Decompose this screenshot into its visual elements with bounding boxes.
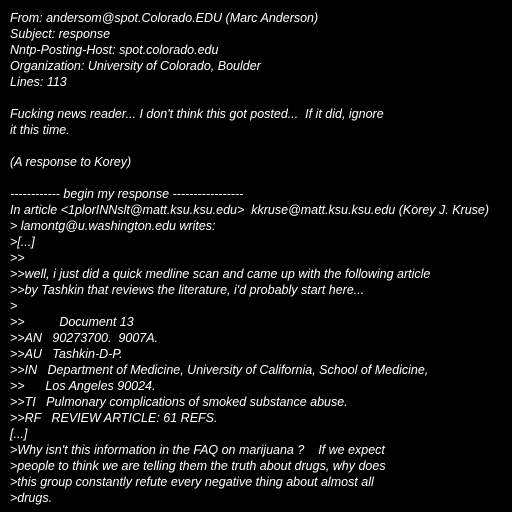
quote-line: >>IN Department of Medicine, University … [10,363,429,377]
article-reference-line: In article <1plorINNslt@matt.ksu.ksu.edu… [10,203,490,217]
quote-line: >>TI Pulmonary complications of smoked s… [10,395,348,409]
writes-line: > lamontg@u.washington.edu writes: [10,219,216,233]
subject-header: Subject: response [10,27,111,41]
intro-line-clip: Fucking news reader... I don't think thi… [10,107,408,121]
quote-line: >[...] [10,235,35,249]
news-post: From: andersom@spot.Colorado.EDU (Marc A… [0,0,512,512]
intro-line-3: (A response to Korey) [10,155,132,169]
nntp-host-header: Nntp-Posting-Host: spot.colorado.edu [10,43,219,57]
quote-line: >>AN 90273700. 9007A. [10,331,159,345]
begin-response-line: ------------ begin my response ---------… [10,187,244,201]
quote-line: >Why isn't this information in the FAQ o… [10,443,385,457]
quote-line: >> Document 13 [10,315,134,329]
quote-line: >drugs. [10,491,53,505]
quote-line: >people to think we are telling them the… [10,459,386,473]
intro-line-1: Fucking news reader... I don't think thi… [10,107,384,121]
quote-line: [...] [10,427,28,441]
from-header: From: andersom@spot.Colorado.EDU (Marc A… [10,11,319,25]
quote-line: >this group constantly refute every nega… [10,475,374,489]
quote-line: > [10,299,18,313]
quote-line: >> Los Angeles 90024. [10,379,156,393]
organization-header: Organization: University of Colorado, Bo… [10,59,261,73]
quote-line: >> [10,251,25,265]
quote-line: >>by Tashkin that reviews the literature… [10,283,365,297]
quote-line: >>AU Tashkin-D-P. [10,347,123,361]
quote-line: >>RF REVIEW ARTICLE: 61 REFS. [10,411,218,425]
quote-line: >>well, i just did a quick medline scan … [10,267,431,281]
lines-header: Lines: 113 [10,75,67,89]
intro-line-2: it this time. [10,123,70,137]
